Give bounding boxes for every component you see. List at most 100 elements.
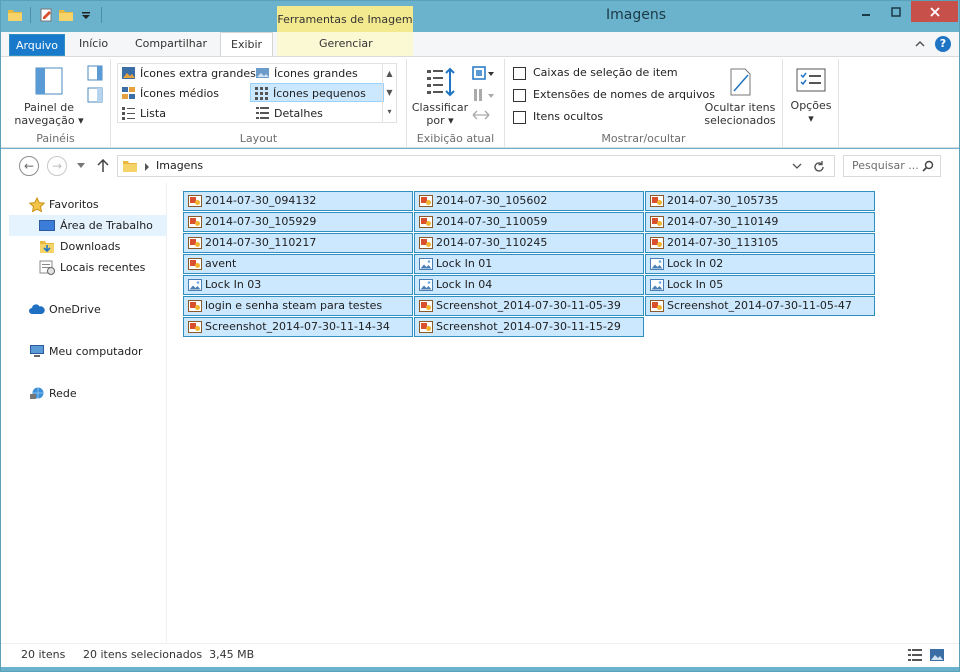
- hidden-items-option[interactable]: Itens ocultos: [513, 109, 603, 125]
- layout-medium-icons-label: Ícones médios: [140, 87, 219, 100]
- customize-toolbar-icon[interactable]: [78, 7, 94, 23]
- file-item[interactable]: Lock In 05: [645, 275, 875, 295]
- nav-item-desktop[interactable]: Área de Trabalho: [9, 215, 167, 236]
- file-item[interactable]: Screenshot_2014-07-30-11-05-39: [414, 296, 644, 316]
- layout-list[interactable]: Lista: [118, 104, 166, 123]
- panes-group: Painel de navegação ▾ Painéis: [1, 59, 111, 147]
- back-button[interactable]: ←: [19, 156, 39, 176]
- details-pane-icon[interactable]: [87, 87, 103, 103]
- tab-manage[interactable]: Gerenciar: [309, 32, 383, 56]
- tab-home[interactable]: Início: [69, 32, 118, 56]
- toolbar-separator: [101, 7, 102, 23]
- file-item[interactable]: 2014-07-30_110149: [645, 212, 875, 232]
- nav-item-computer[interactable]: Meu computador: [9, 341, 167, 362]
- tab-share[interactable]: Compartilhar: [125, 32, 217, 56]
- file-extensions-checkbox[interactable]: [513, 89, 526, 102]
- tab-file[interactable]: Arquivo: [9, 34, 65, 56]
- image-file-icon: [188, 258, 202, 270]
- window-controls: [851, 1, 958, 22]
- up-arrow-icon[interactable]: [97, 159, 109, 173]
- panes-group-label: Painéis: [36, 132, 75, 145]
- navigation-pane-button[interactable]: Painel de navegação ▾: [13, 65, 85, 127]
- layout-extra-large-icons[interactable]: Ícones extra grandes: [118, 64, 256, 83]
- recent-locations-icon[interactable]: [77, 163, 85, 169]
- close-button[interactable]: [911, 1, 958, 22]
- layout-small-icons[interactable]: Ícones pequenos: [250, 83, 384, 102]
- collapse-ribbon-icon[interactable]: [915, 40, 925, 48]
- search-box[interactable]: Pesquisar ...: [843, 155, 941, 177]
- current-view-group: Classificar por ▾ Exibição atual: [407, 59, 505, 147]
- show-hide-group-label: Mostrar/ocultar: [601, 132, 686, 145]
- file-item[interactable]: avent: [183, 254, 413, 274]
- file-name: Screenshot_2014-07-30-11-15-29: [436, 320, 621, 333]
- file-item[interactable]: Lock In 01: [414, 254, 644, 274]
- file-item[interactable]: 2014-07-30_113105: [645, 233, 875, 253]
- nav-item-favorites[interactable]: Favoritos: [9, 194, 167, 215]
- forward-button[interactable]: →: [47, 156, 67, 176]
- add-columns-icon[interactable]: [471, 87, 495, 103]
- layout-medium-icons[interactable]: Ícones médios: [118, 84, 219, 103]
- file-extensions-option[interactable]: Extensões de nomes de arquivos: [513, 87, 715, 103]
- file-item[interactable]: login e senha steam para testes: [183, 296, 413, 316]
- large-icons-view-toggle-icon[interactable]: [929, 648, 945, 662]
- breadcrumb-chevron-icon[interactable]: [144, 163, 150, 171]
- star-icon: [29, 197, 45, 212]
- maximize-icon: [891, 6, 901, 17]
- details-view-toggle-icon[interactable]: [907, 648, 923, 662]
- item-checkboxes-checkbox[interactable]: [513, 67, 526, 80]
- layout-gallery-scroll[interactable]: ▲ ▼ ▾: [382, 64, 396, 122]
- search-icon[interactable]: [922, 160, 934, 172]
- address-path[interactable]: Imagens: [156, 159, 203, 172]
- title-bar: Ferramentas de Imagem Imagens: [1, 1, 959, 32]
- file-item[interactable]: Screenshot_2014-07-30-11-15-29: [414, 317, 644, 337]
- hidden-items-checkbox[interactable]: [513, 111, 526, 124]
- sort-by-button[interactable]: Classificar por ▾: [411, 67, 469, 127]
- file-item[interactable]: Lock In 03: [183, 275, 413, 295]
- file-item[interactable]: 2014-07-30_105929: [183, 212, 413, 232]
- file-name: 2014-07-30_110245: [436, 236, 548, 249]
- options-button[interactable]: Opções ▾: [787, 67, 835, 125]
- nav-item-recent[interactable]: Locais recentes: [9, 257, 167, 278]
- file-item[interactable]: 2014-07-30_110217: [183, 233, 413, 253]
- item-checkboxes-option[interactable]: Caixas de seleção de item: [513, 65, 678, 81]
- layout-large-icons[interactable]: Ícones grandes: [252, 64, 358, 83]
- hide-selected-button[interactable]: Ocultar itens selecionados: [701, 67, 779, 127]
- address-dropdown-icon[interactable]: [792, 163, 802, 170]
- layout-details[interactable]: Detalhes: [252, 104, 323, 123]
- file-name: Lock In 01: [436, 257, 493, 270]
- size-columns-icon[interactable]: [471, 107, 491, 123]
- folder-icon: [123, 161, 137, 172]
- preview-pane-icon[interactable]: [87, 65, 103, 81]
- photo-file-icon: [188, 279, 202, 291]
- group-by-icon[interactable]: [471, 65, 495, 81]
- file-item[interactable]: Screenshot_2014-07-30-11-05-47: [645, 296, 875, 316]
- file-item[interactable]: 2014-07-30_110245: [414, 233, 644, 253]
- nav-item-onedrive[interactable]: OneDrive: [9, 299, 167, 320]
- file-item[interactable]: Lock In 04: [414, 275, 644, 295]
- options-dropdown-arrow: ▾: [808, 112, 814, 125]
- nav-item-network[interactable]: Rede: [9, 383, 167, 404]
- file-name: Lock In 02: [667, 257, 724, 270]
- file-item[interactable]: 2014-07-30_110059: [414, 212, 644, 232]
- maximize-button[interactable]: [881, 1, 911, 22]
- help-button[interactable]: ?: [935, 36, 951, 52]
- new-folder-icon[interactable]: [58, 7, 74, 23]
- minimize-button[interactable]: [851, 1, 881, 22]
- file-name: 2014-07-30_105929: [205, 215, 317, 228]
- extra-large-icons-icon: [122, 67, 135, 79]
- downloads-folder-icon: [40, 241, 54, 253]
- file-item[interactable]: Lock In 02: [645, 254, 875, 274]
- search-input[interactable]: Pesquisar ...: [852, 159, 919, 172]
- address-bar[interactable]: Imagens: [117, 155, 835, 177]
- photo-file-icon: [419, 279, 433, 291]
- properties-icon[interactable]: [38, 7, 54, 23]
- refresh-icon[interactable]: [812, 160, 826, 174]
- file-item[interactable]: Screenshot_2014-07-30-11-14-34: [183, 317, 413, 337]
- photo-file-icon: [650, 258, 664, 270]
- tab-view[interactable]: Exibir: [220, 32, 274, 56]
- nav-item-downloads[interactable]: Downloads: [9, 236, 167, 257]
- file-item[interactable]: 2014-07-30_105735: [645, 191, 875, 211]
- file-item[interactable]: 2014-07-30_094132: [183, 191, 413, 211]
- folder-icon[interactable]: [7, 7, 23, 23]
- file-item[interactable]: 2014-07-30_105602: [414, 191, 644, 211]
